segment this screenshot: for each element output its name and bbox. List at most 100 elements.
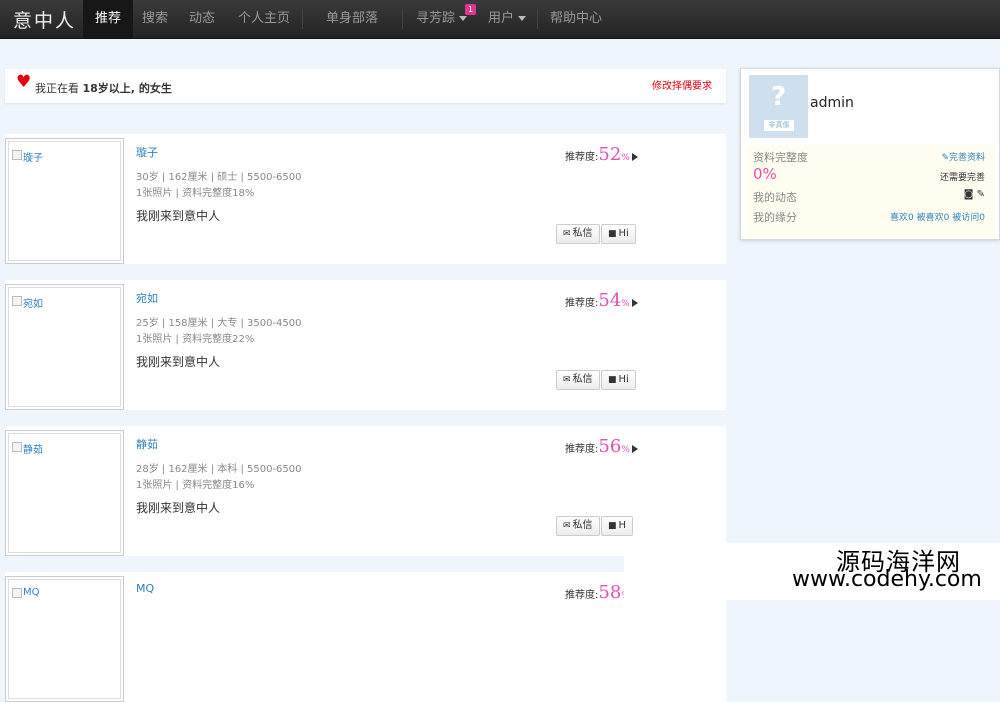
- avatar[interactable]: ? 非真像: [749, 75, 808, 138]
- photo-alt-text: 璇子: [23, 153, 43, 164]
- likes-link[interactable]: 喜欢0: [890, 213, 914, 223]
- user-card: MQ MQ 推荐度:58%: [5, 572, 726, 702]
- avatar-tag: 非真像: [764, 120, 794, 131]
- private-message-button[interactable]: ✉ 私信: [556, 516, 600, 536]
- user-basic-info: 25岁 | 158厘米 | 大专 | 3500-4500: [136, 318, 302, 329]
- completeness-percent: 0%: [753, 165, 777, 183]
- user-intro: 我刚来到意中人: [136, 501, 221, 515]
- chat-icon: ■: [608, 375, 617, 385]
- score-value: 52: [598, 144, 622, 165]
- user-card: 静茹 静茹 28岁 | 162厘米 | 本科 | 5500-6500 1张照片 …: [5, 426, 726, 556]
- user-name-link[interactable]: 宛如: [136, 290, 158, 306]
- say-hi-button[interactable]: ■ Hi: [601, 224, 636, 244]
- nav-help-center[interactable]: 帮助中心: [538, 0, 614, 38]
- user-intro: 我刚来到意中人: [136, 209, 221, 223]
- broken-image-icon: [12, 442, 22, 452]
- my-dynamics-label: 我的动态: [753, 191, 797, 204]
- score-value: 56: [598, 436, 622, 457]
- nav-divider: [302, 9, 303, 29]
- hi-label: Hi: [618, 374, 629, 385]
- user-photo[interactable]: 静茹: [5, 430, 124, 556]
- say-hi-button[interactable]: ■ Hi: [601, 370, 636, 390]
- message-label: 私信: [572, 228, 593, 239]
- dynamics-actions: ◙ ✎: [964, 189, 985, 200]
- photo-alt-text: MQ: [23, 587, 40, 598]
- edit-icon[interactable]: ✎: [977, 189, 985, 200]
- message-label: 私信: [572, 520, 593, 531]
- score-label: 推荐度:: [565, 444, 599, 455]
- visited-by-link[interactable]: 被访问0: [952, 213, 985, 223]
- chat-icon: ■: [608, 229, 617, 239]
- play-icon[interactable]: [631, 152, 638, 161]
- broken-image-icon: [12, 150, 22, 160]
- fate-stats: 喜欢0 被喜欢0 被访问0: [890, 210, 985, 223]
- pencil-icon: ✎: [941, 153, 949, 163]
- edit-preferences-link[interactable]: 修改择偶要求: [652, 77, 712, 92]
- nav-homepage[interactable]: 个人主页: [226, 0, 302, 38]
- nav-activity[interactable]: 动态: [177, 0, 227, 38]
- camera-icon[interactable]: ◙: [964, 189, 974, 200]
- user-photo-info: 1张照片 | 资料完整度22%: [136, 334, 255, 345]
- broken-image-icon: [12, 296, 22, 306]
- user-name-link[interactable]: 璇子: [136, 144, 158, 160]
- user-photo[interactable]: 宛如: [5, 284, 124, 410]
- filter-criteria: 18岁以上, 的女生: [82, 82, 172, 95]
- hi-label: H: [618, 520, 627, 531]
- user-photo[interactable]: 璇子: [5, 138, 124, 264]
- notification-badge: 1: [465, 4, 477, 15]
- needs-completion-text: 还需要完善: [939, 173, 985, 183]
- play-icon[interactable]: [631, 444, 638, 453]
- recommend-score: 推荐度:54%: [565, 290, 638, 311]
- site-logo[interactable]: 意中人: [13, 6, 76, 33]
- message-label: 私信: [572, 374, 593, 385]
- user-photo-info: 1张照片 | 资料完整度16%: [136, 480, 255, 491]
- user-basic-info: 28岁 | 162厘米 | 本科 | 5500-6500: [136, 464, 302, 475]
- user-name-link[interactable]: MQ: [136, 582, 154, 595]
- recommend-score: 推荐度:52%: [565, 144, 638, 165]
- score-value: 54: [598, 290, 622, 311]
- filter-prefix: 我正在看: [35, 82, 83, 95]
- nav-user-label: 用户: [488, 11, 515, 26]
- profile-username[interactable]: admin: [810, 95, 854, 111]
- photo-alt-text: 静茹: [23, 445, 43, 456]
- hi-label: Hi: [618, 228, 629, 239]
- my-profile-panel: ? 非真像 admin 资料完整度 ✎完善资料 0% 还需要完善 我的动态 ◙ …: [740, 68, 1000, 240]
- nav-singles-tribe[interactable]: 单身部落: [314, 0, 390, 38]
- nav-recommend[interactable]: 推荐: [83, 0, 134, 38]
- complete-profile-link[interactable]: ✎完善资料: [941, 150, 985, 163]
- user-card: 宛如 宛如 25岁 | 158厘米 | 大专 | 3500-4500 1张照片 …: [5, 280, 726, 410]
- photo-frame: 静茹: [8, 433, 121, 553]
- chat-icon: ■: [608, 521, 617, 531]
- chevron-down-icon: [518, 16, 527, 21]
- user-basic-info: 30岁 | 162厘米 | 硕士 | 5500-6500: [136, 172, 302, 183]
- nav-user-menu[interactable]: 用户: [476, 0, 538, 38]
- score-percent: %: [621, 299, 630, 309]
- score-label: 推荐度:: [565, 298, 599, 309]
- user-photo[interactable]: MQ: [5, 576, 124, 702]
- heart-icon: ♥: [16, 72, 32, 92]
- score-percent: %: [621, 445, 630, 455]
- say-hi-button[interactable]: ■ H: [601, 516, 634, 536]
- complete-profile-label: 完善资料: [948, 153, 985, 163]
- user-name-link[interactable]: 静茹: [136, 436, 158, 452]
- nav-search[interactable]: 搜索: [130, 0, 180, 38]
- envelope-icon: ✉: [563, 521, 571, 531]
- photo-frame: 璇子: [8, 141, 121, 261]
- user-intro: 我刚来到意中人: [136, 355, 221, 369]
- play-icon[interactable]: [631, 298, 638, 307]
- private-message-button[interactable]: ✉ 私信: [556, 224, 600, 244]
- score-label: 推荐度:: [565, 152, 599, 163]
- private-message-button[interactable]: ✉ 私信: [556, 370, 600, 390]
- user-photo-info: 1张照片 | 资料完整度18%: [136, 188, 255, 199]
- nav-divider: [402, 9, 403, 29]
- photo-frame: 宛如: [8, 287, 121, 407]
- my-fate-label: 我的缘分: [753, 211, 797, 224]
- liked-by-link[interactable]: 被喜欢0: [917, 213, 950, 223]
- nav-find-fragrance[interactable]: 寻芳踪 1: [404, 0, 479, 38]
- score-percent: %: [621, 153, 630, 163]
- chevron-down-icon: [459, 16, 468, 21]
- user-card: 璇子 璇子 30岁 | 162厘米 | 硕士 | 5500-6500 1张照片 …: [5, 134, 726, 264]
- completeness-label: 资料完整度: [753, 151, 808, 164]
- preference-filter-bar: ♥ 我正在看 18岁以上, 的女生 修改择偶要求: [5, 69, 726, 103]
- placeholder-avatar-icon: ?: [770, 82, 787, 112]
